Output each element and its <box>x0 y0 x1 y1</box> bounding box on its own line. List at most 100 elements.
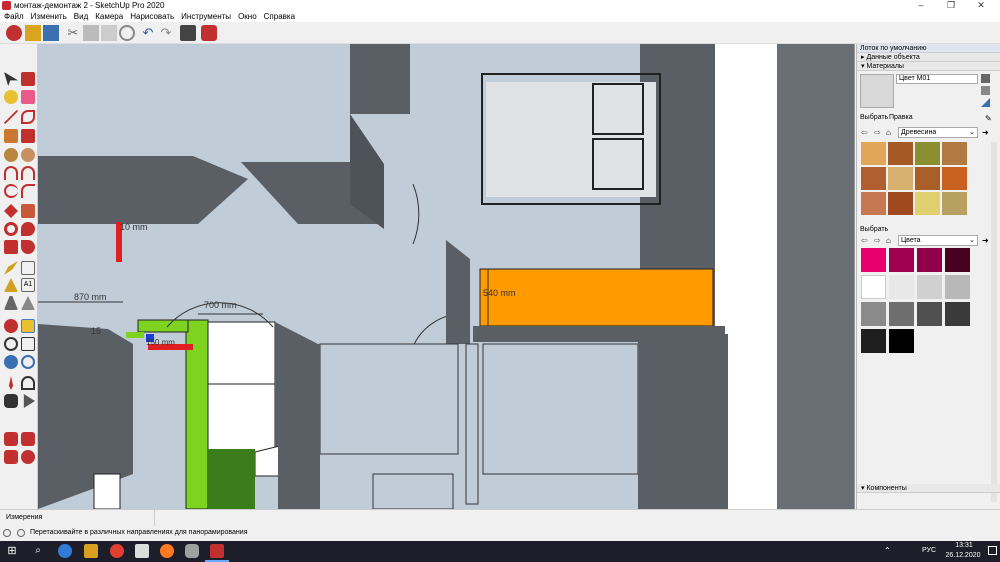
chrome-icon[interactable] <box>110 544 124 558</box>
color-material-swatch[interactable] <box>945 302 970 326</box>
wood-material-swatch[interactable] <box>942 142 967 165</box>
cut-icon[interactable]: ✂ <box>65 25 81 41</box>
menu-camera[interactable]: Камера <box>95 12 123 21</box>
sample-paint-icon[interactable] <box>981 98 990 107</box>
scale-icon[interactable] <box>4 240 18 254</box>
model-viewport[interactable]: 870 mm 700 mm 540 mm 10 mm 15 150 mm <box>38 44 855 509</box>
dimension-icon[interactable] <box>21 261 35 275</box>
wood-material-swatch[interactable] <box>915 167 940 190</box>
rectangle-icon[interactable] <box>4 129 18 143</box>
clock-time[interactable]: 13:31 <box>944 542 984 549</box>
offset-icon[interactable] <box>21 240 35 254</box>
push-pull-icon[interactable] <box>21 204 35 218</box>
pan-hand-icon[interactable] <box>21 319 35 333</box>
zoom-icon[interactable] <box>4 337 18 351</box>
wood-material-swatch[interactable] <box>888 192 913 215</box>
polygon-icon[interactable] <box>21 148 35 162</box>
copy-icon[interactable] <box>83 25 99 41</box>
rotated-rectangle-icon[interactable] <box>21 129 35 143</box>
back-icon[interactable]: ⇦ <box>861 128 868 137</box>
previous-view-icon[interactable] <box>21 355 35 369</box>
back-icon-2[interactable]: ⇦ <box>861 236 868 245</box>
color-material-swatch[interactable] <box>861 275 886 299</box>
menu-window[interactable]: Окно <box>238 12 257 21</box>
walk-icon[interactable] <box>4 394 18 408</box>
material-name-input[interactable]: Цвет M01 <box>896 74 978 84</box>
move-icon[interactable] <box>4 204 18 218</box>
color-material-swatch[interactable] <box>861 329 886 353</box>
minimize-button[interactable]: – <box>906 0 936 11</box>
menu-file[interactable]: Файл <box>4 12 24 21</box>
close-button[interactable]: ✕ <box>966 0 996 11</box>
eyedropper-icon[interactable]: ✎ <box>985 114 992 123</box>
sketchup-taskbar-icon[interactable] <box>210 544 224 558</box>
erase-icon[interactable] <box>119 25 135 41</box>
app-icon[interactable] <box>185 544 199 558</box>
home-icon[interactable]: ⌂ <box>886 128 891 137</box>
edge-icon[interactable] <box>58 544 72 558</box>
save-icon[interactable] <box>43 25 59 41</box>
3d-text-icon[interactable] <box>21 296 35 310</box>
default-material-icon[interactable] <box>981 86 990 95</box>
color-material-swatch[interactable] <box>889 275 914 299</box>
mail-icon[interactable] <box>135 544 149 558</box>
wood-material-swatch[interactable] <box>942 167 967 190</box>
wood-material-swatch[interactable] <box>861 142 886 165</box>
color-material-swatch[interactable] <box>889 329 914 353</box>
zoom-window-icon[interactable] <box>21 337 35 351</box>
wood-material-swatch[interactable] <box>915 142 940 165</box>
pie-icon[interactable] <box>21 184 35 198</box>
entity-info-section[interactable]: ▸ Данные объекта <box>857 53 1000 62</box>
wood-material-swatch[interactable] <box>861 192 886 215</box>
orbit-icon[interactable] <box>4 319 18 333</box>
protractor-icon[interactable] <box>4 278 18 292</box>
paste-icon[interactable] <box>101 25 117 41</box>
getting-started-icon[interactable] <box>6 25 22 41</box>
library-select-colors[interactable]: Цвета ⌄ <box>898 235 978 246</box>
arc-icon[interactable] <box>4 166 18 180</box>
help-icon[interactable] <box>17 529 25 537</box>
maximize-button[interactable]: ❐ <box>936 0 966 11</box>
axes-icon[interactable] <box>4 296 18 310</box>
wood-material-swatch[interactable] <box>915 192 940 215</box>
tape-measure-icon[interactable] <box>4 261 18 275</box>
redo-icon[interactable]: ↷ <box>158 25 174 41</box>
color-material-swatch[interactable] <box>945 248 970 272</box>
tray-scrollbar[interactable] <box>991 142 997 502</box>
layout-icon[interactable] <box>4 450 18 464</box>
open-icon[interactable] <box>25 25 41 41</box>
undo-icon[interactable]: ↶ <box>140 25 156 41</box>
create-material-icon[interactable] <box>981 74 990 83</box>
follow-me-icon[interactable] <box>21 222 35 236</box>
tab-select-2[interactable]: Выбрать <box>860 226 888 233</box>
circle-icon[interactable] <box>4 148 18 162</box>
color-material-swatch[interactable] <box>889 302 914 326</box>
paint-bucket-icon[interactable] <box>4 90 18 104</box>
print-icon[interactable] <box>180 25 196 41</box>
3d-warehouse-icon[interactable] <box>4 432 18 446</box>
home-icon-2[interactable]: ⌂ <box>886 236 891 245</box>
notifications-icon[interactable] <box>988 546 997 555</box>
section-plane-icon[interactable] <box>23 394 35 408</box>
firefox-icon[interactable] <box>160 544 174 558</box>
clock-date[interactable]: 26.12.2020 <box>938 552 988 559</box>
wood-material-swatch[interactable] <box>942 192 967 215</box>
text-icon[interactable]: A1 <box>21 278 35 292</box>
wood-material-swatch[interactable] <box>888 167 913 190</box>
color-material-swatch[interactable] <box>861 248 886 272</box>
details-arrow-icon[interactable]: ➜ <box>982 128 989 137</box>
extension-manager-icon[interactable] <box>21 450 35 464</box>
color-material-swatch[interactable] <box>945 275 970 299</box>
color-material-swatch[interactable] <box>917 302 942 326</box>
menu-draw[interactable]: Нарисовать <box>130 12 174 21</box>
extension-warehouse-icon[interactable] <box>21 432 35 446</box>
two-point-arc-icon[interactable] <box>21 166 35 180</box>
tray-arrow-icon[interactable]: ⌃ <box>884 546 891 555</box>
wood-material-swatch[interactable] <box>888 142 913 165</box>
zoom-extents-icon[interactable] <box>4 355 18 369</box>
start-icon[interactable]: ⊞ <box>5 544 19 558</box>
color-material-swatch[interactable] <box>917 275 942 299</box>
menu-view[interactable]: Вид <box>74 12 88 21</box>
eraser-icon[interactable] <box>21 90 35 104</box>
materials-section[interactable]: ▾ Материалы <box>857 62 1000 71</box>
